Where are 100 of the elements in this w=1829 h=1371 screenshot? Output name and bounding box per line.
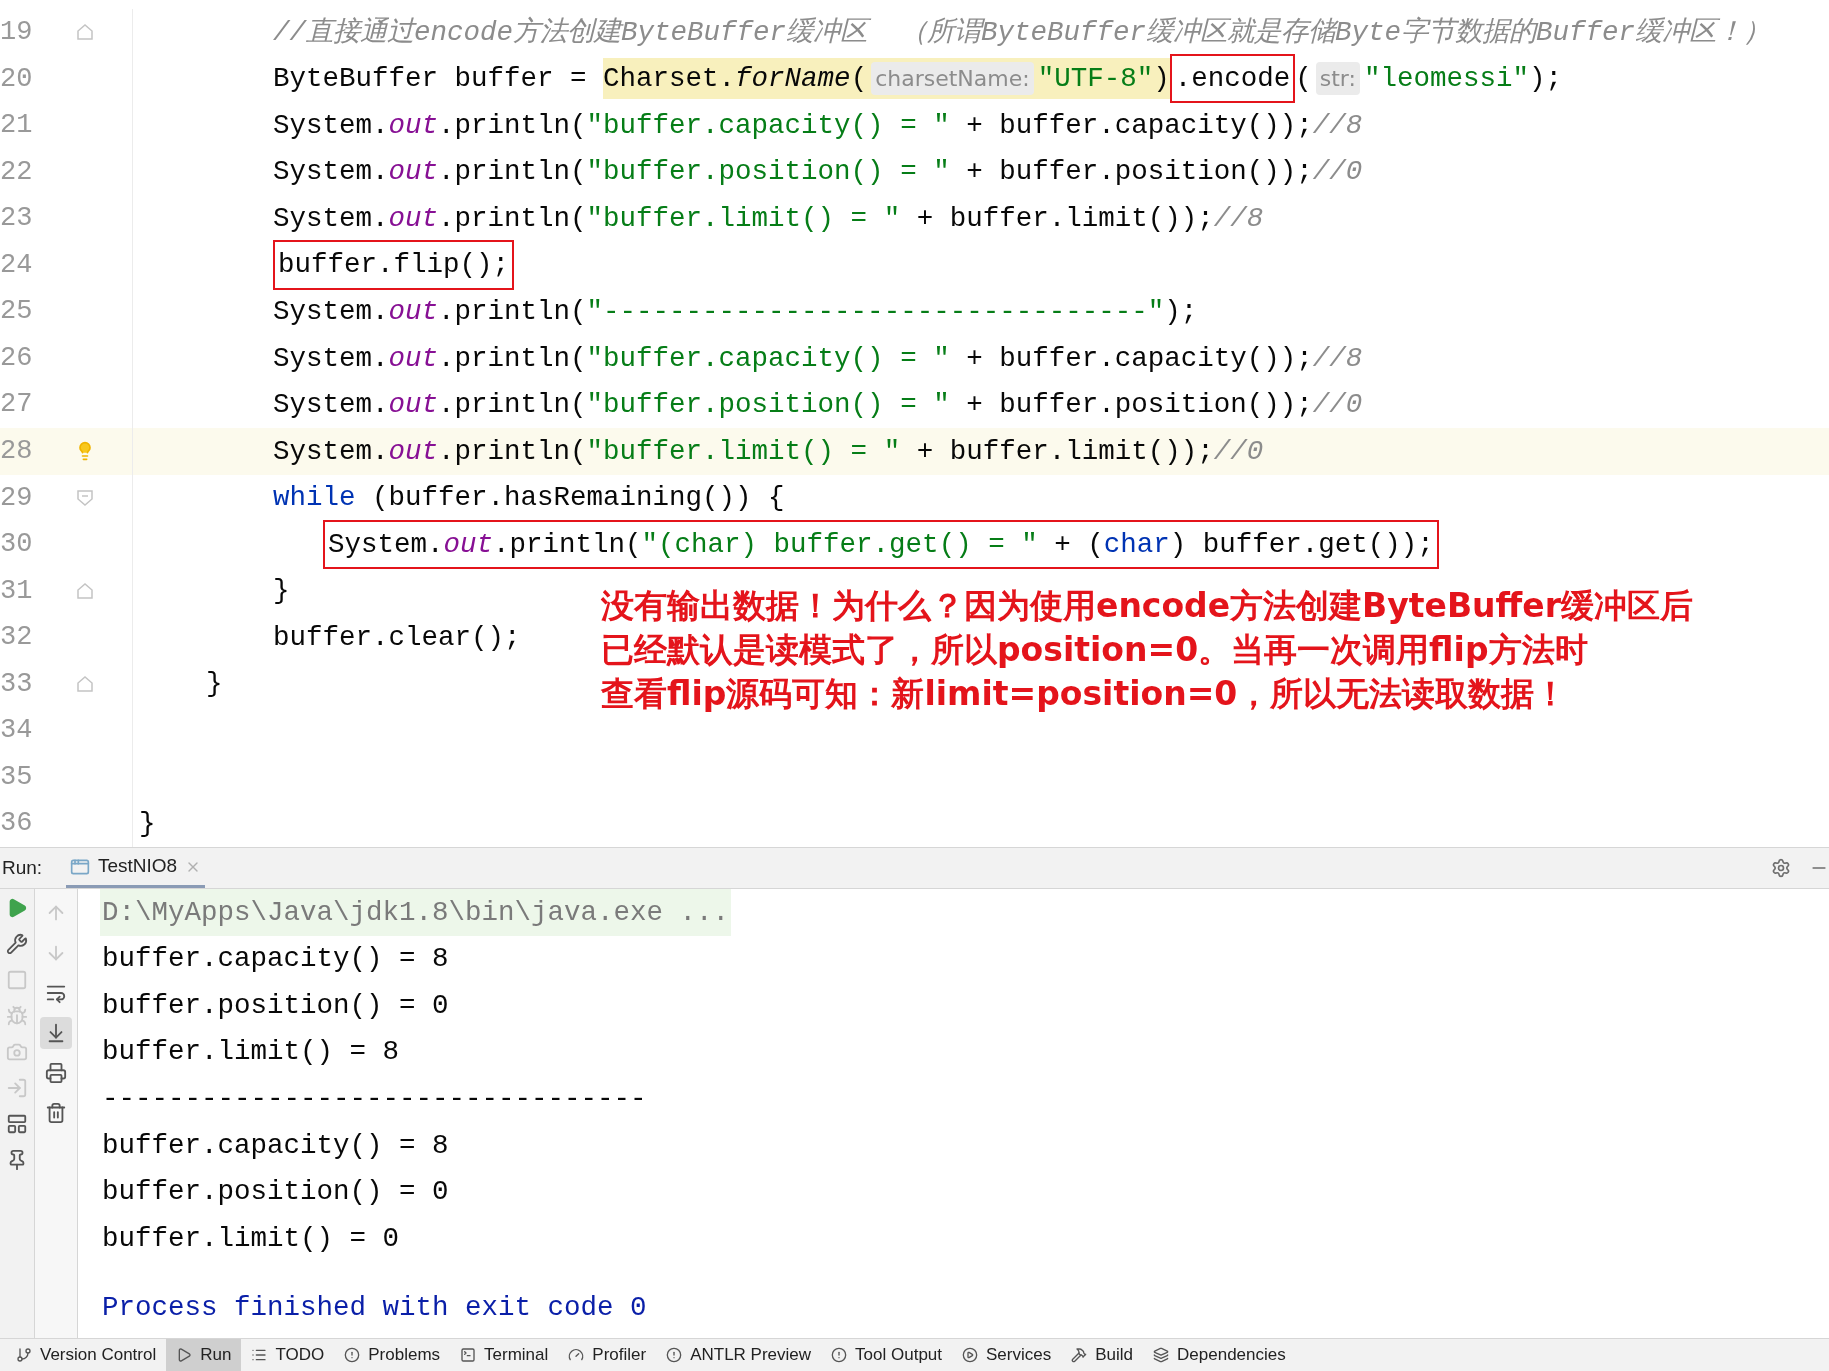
code-token: ( [1295,62,1312,97]
code-token: .encode [1174,62,1291,97]
code-token: System. [273,155,389,190]
code-token: out [443,527,494,562]
line-number: 19 [0,16,34,49]
line-number: 30 [0,528,34,562]
code-token: buffer.clear(); [273,620,521,655]
fold-icon[interactable] [76,23,94,42]
code-token: "(char) buffer.get() = " [641,527,1038,562]
tool-window-button[interactable]: Dependencies [1143,1339,1296,1371]
code-token: + buffer.position()); [965,388,1313,423]
gauge-icon [568,1347,585,1363]
terminal-icon [460,1347,477,1363]
tool-window-button[interactable]: Run [166,1339,242,1371]
tool-window-button[interactable]: Services [952,1339,1062,1371]
console-line: buffer.limit() = 0 [101,1221,401,1256]
line-number: 27 [0,388,34,422]
tool-window-button[interactable]: Problems [334,1339,451,1371]
code-token: + buffer.position()); [965,155,1313,190]
alert-icon [831,1347,848,1363]
fold-icon[interactable] [76,488,94,507]
wrench-icon[interactable] [6,933,28,955]
settings-icon[interactable] [1771,858,1791,878]
printer-icon [45,1062,67,1084]
code-token: ); [1528,62,1562,97]
code-token: .println( [438,201,587,236]
code-token: while [273,481,356,516]
code-token: out [388,295,439,329]
line-number: 28 [0,435,34,469]
code-token: + ( [1053,527,1104,562]
code-token: .println( [438,388,587,423]
code-token: ) [1153,62,1170,97]
line-number: 29 [0,481,34,515]
code-token: .println( [438,108,587,143]
code-token: "buffer.limit() = " [586,201,901,236]
code-comment: //直接通过encode方法创建ByteBuffer缓冲区 （所谓ByteBuffer缓冲区就是存储Byte字节数据的Buffer缓冲区！） [273,15,1771,50]
tool-window-button[interactable]: Version Control [6,1339,167,1371]
line-number: 23 [0,202,34,236]
list-icon [251,1347,268,1363]
console-line: buffer.capacity() = 8 [101,1128,450,1163]
code-token: out [388,341,439,376]
parameter-hint: charsetName: [871,62,1034,96]
panel-label: Run: [1,855,44,880]
code-token: ) buffer.get()); [1169,527,1434,562]
code-token: (buffer.hasRemaining()) { [371,481,785,516]
code-token: .println( [438,341,587,376]
code-token: + buffer.limit()); [915,201,1214,236]
code-token: "UTF-8" [1037,62,1154,97]
tool-window-button[interactable]: Build [1061,1339,1144,1371]
code-token: System. [273,341,389,376]
layers-icon [1153,1347,1170,1363]
tool-window-button[interactable]: ANTLR Preview [656,1339,822,1371]
code-token: char [1103,527,1170,562]
layout-icon[interactable] [6,1113,28,1135]
line-number: 33 [0,667,34,701]
code-token: "buffer.limit() = " [586,434,901,469]
code-token: ); [1164,295,1198,329]
code-token: .println( [438,434,587,469]
line-number: 22 [0,155,34,189]
hammer-icon [1071,1347,1088,1363]
code-token: out [388,201,439,236]
tool-window-button[interactable]: Tool Output [821,1339,953,1371]
code-token: ( [850,62,868,97]
code-comment: //8 [1312,108,1363,143]
code-token: System. [273,108,389,143]
code-token: "buffer.position() = " [586,388,950,423]
fold-icon[interactable] [76,675,94,694]
line-number: 24 [0,248,34,282]
tool-window-button[interactable]: TODO [241,1339,335,1371]
tool-window-button[interactable]: Terminal [450,1339,559,1371]
line-number: 26 [0,341,34,375]
code-token: "buffer.capacity() = " [586,108,950,143]
line-number: 20 [0,62,34,96]
code-token: } [206,667,223,702]
scroll-to-end-button[interactable] [40,1017,72,1049]
console-line: Process finished with exit code 0 [101,1291,648,1326]
code-token: buffer.flip(); [278,248,510,283]
console-line: buffer.position() = 0 [101,1175,450,1210]
code-token: + buffer.capacity()); [965,108,1313,143]
trash-icon [45,1102,67,1124]
fold-icon[interactable] [76,581,94,600]
code-token: .println( [438,155,587,190]
tool-window-button[interactable]: Profiler [558,1339,657,1371]
code-comment: //0 [1312,388,1363,423]
console-line: buffer.limit() = 8 [101,1035,401,1070]
code-token: out [388,434,439,469]
line-number: 31 [0,574,34,608]
code-comment: //0 [1213,434,1264,469]
code-token: ByteBuffer buffer = [273,62,588,97]
code-token: "---------------------------------" [586,295,1165,329]
line-number: 35 [0,760,34,794]
branch-icon [16,1347,32,1363]
code-token: } [273,574,290,609]
code-comment: //8 [1213,201,1264,236]
code-token: System. [273,295,389,329]
code-token: "buffer.capacity() = " [586,341,950,376]
alert-icon [666,1347,683,1363]
parameter-hint: str: [1315,62,1360,96]
code-token: forName [735,62,851,97]
play-circle-icon [962,1347,979,1363]
